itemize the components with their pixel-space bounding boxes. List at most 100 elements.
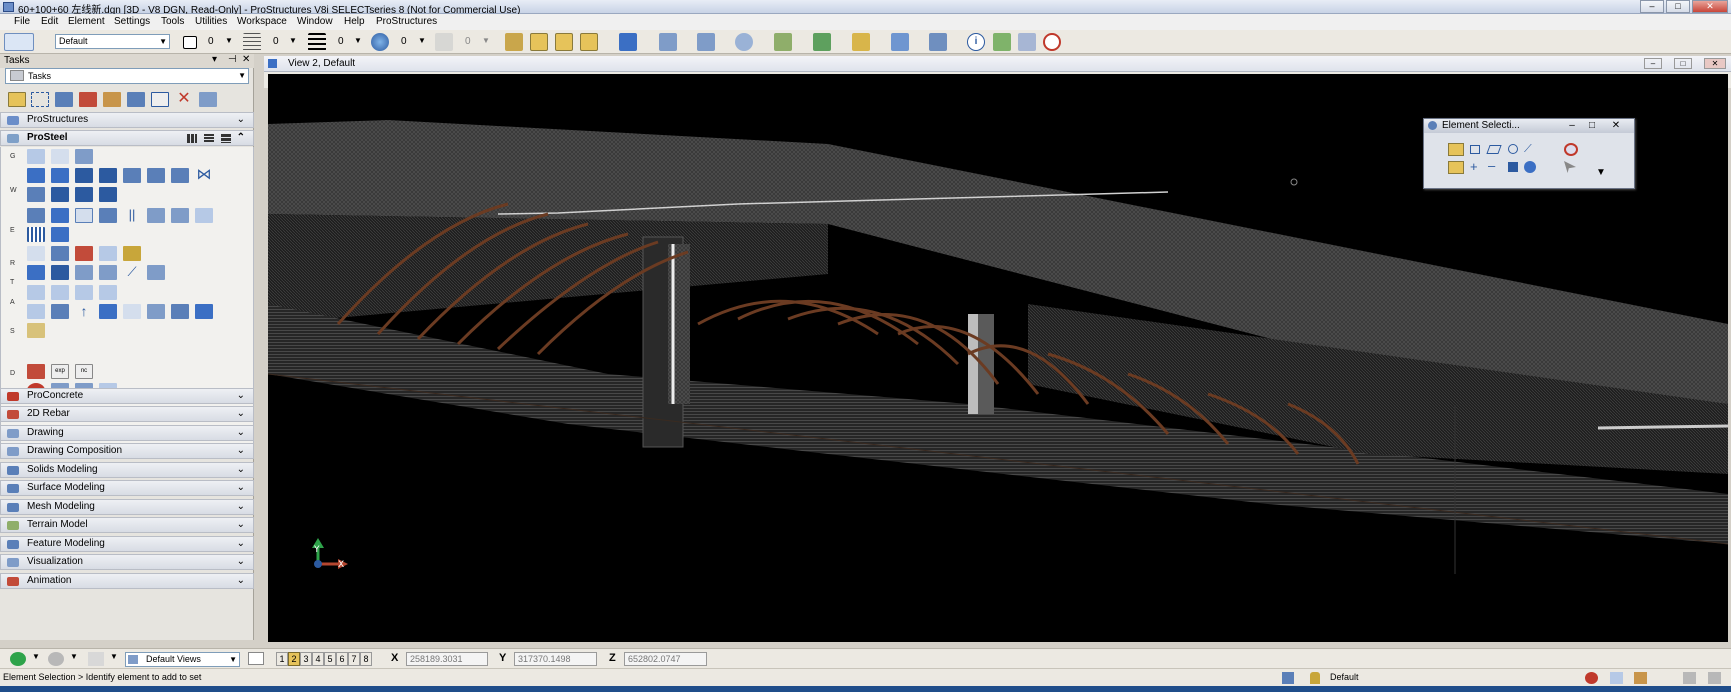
clear-selection-icon[interactable] [1564, 143, 1578, 156]
shape-selection-icon[interactable] [1486, 145, 1502, 154]
export-icon[interactable]: exp [51, 364, 69, 379]
section-icon[interactable] [123, 246, 141, 261]
line-selection-icon[interactable]: ⟋ [1524, 143, 1532, 156]
place-icon[interactable] [79, 92, 97, 107]
surface-icon[interactable] [99, 246, 117, 261]
split-icon[interactable] [51, 304, 69, 319]
close-icon[interactable]: ✕ [242, 54, 250, 65]
view-button-1[interactable]: 1 [276, 652, 288, 666]
group-tool-icon[interactable] [580, 33, 598, 51]
view-button-5[interactable]: 5 [324, 652, 336, 666]
bracing-icon[interactable] [75, 208, 93, 223]
axis-icon[interactable] [75, 149, 93, 164]
selection-tool-icon[interactable] [505, 33, 523, 51]
ibeam-outline-icon[interactable] [123, 304, 141, 319]
view-maximize-button[interactable]: □ [1674, 58, 1692, 69]
chevron-down-icon[interactable]: ▼ [70, 652, 78, 661]
stair-icon[interactable] [75, 187, 93, 202]
weld-icon[interactable] [51, 246, 69, 261]
check-icon[interactable] [75, 246, 93, 261]
shape-icon[interactable] [27, 168, 45, 183]
element-selection-icon[interactable] [8, 92, 26, 107]
dialog-close-button[interactable]: ✕ [1608, 119, 1624, 133]
chevron-down-icon[interactable]: ▼ [289, 36, 297, 45]
print-icon[interactable] [1683, 672, 1696, 684]
minimize-button[interactable]: – [1640, 0, 1664, 13]
section-solids-modeling[interactable]: Solids Modeling ⌄ [0, 462, 254, 478]
color-swatch-icon[interactable] [183, 36, 197, 49]
delete-icon[interactable]: ✕ [175, 91, 193, 107]
arrow-up-icon[interactable]: ↑ [75, 304, 93, 319]
clash-icon[interactable] [27, 364, 45, 379]
tasks-dropdown[interactable]: Tasks ▼ [5, 68, 249, 84]
rotate-icon[interactable] [75, 285, 93, 300]
move-icon[interactable] [51, 285, 69, 300]
fence-tool-icon[interactable] [530, 33, 548, 51]
bolt-icon[interactable] [147, 265, 165, 280]
modify-icon[interactable] [55, 92, 73, 107]
coordinate-system-icon[interactable] [27, 149, 45, 164]
chevron-down-icon[interactable]: ▼ [32, 652, 40, 661]
add-mode-icon[interactable]: + [1470, 160, 1478, 173]
table-icon[interactable] [27, 265, 45, 280]
anchor-icon[interactable] [51, 227, 69, 242]
copy-icon[interactable] [27, 285, 45, 300]
brace-icon[interactable] [171, 168, 189, 183]
list-view-icon[interactable] [204, 134, 214, 143]
view-tool-icon[interactable] [619, 33, 637, 51]
layer-tool-icon[interactable] [813, 33, 831, 51]
detail-icon[interactable] [171, 304, 189, 319]
subtract-mode-icon[interactable]: – [1488, 159, 1495, 172]
menu-utilities[interactable]: Utilities [195, 16, 227, 27]
maximize-button[interactable]: □ [1666, 0, 1690, 13]
view-button-7[interactable]: 7 [348, 652, 360, 666]
section-drawing-composition[interactable]: Drawing Composition ⌄ [0, 443, 254, 459]
section-terrain-model[interactable]: Terrain Model ⌄ [0, 517, 254, 533]
priority-icon[interactable] [435, 33, 453, 51]
truss-icon[interactable] [147, 208, 165, 223]
refresh-tool-icon[interactable] [993, 33, 1011, 51]
menu-tools[interactable]: Tools [161, 16, 184, 27]
y-coordinate-field[interactable]: 317370.1498 [514, 652, 597, 666]
element-selection-titlebar[interactable]: Element Selecti... – □ ✕ [1424, 119, 1634, 133]
dimension-icon[interactable] [27, 323, 45, 338]
design-history-icon[interactable] [1610, 672, 1623, 684]
parallel-icon[interactable]: || [123, 208, 141, 223]
cross-brace-icon[interactable]: ⋈ [195, 167, 213, 183]
bent-plate-icon[interactable] [99, 187, 117, 202]
section-prostructures[interactable]: ProStructures ⌄ [0, 112, 254, 128]
pin-icon[interactable]: ⊣ [228, 54, 237, 65]
icon-view-icon[interactable] [187, 134, 197, 143]
railing-icon[interactable] [99, 208, 117, 223]
pointer-icon[interactable] [1564, 161, 1576, 173]
measure-icon[interactable] [199, 92, 217, 107]
chevron-down-icon[interactable]: ▼ [225, 36, 233, 45]
view-button-4[interactable]: 4 [312, 652, 324, 666]
section-drawing[interactable]: Drawing ⌄ [0, 425, 254, 441]
ibeam-icon[interactable] [51, 187, 69, 202]
sync-icon[interactable] [1708, 672, 1721, 684]
no-entry-icon[interactable] [1043, 33, 1061, 51]
plane-icon[interactable] [51, 149, 69, 164]
drawing-icon[interactable] [147, 304, 165, 319]
section-visualization[interactable]: Visualization ⌄ [0, 554, 254, 570]
portal-icon[interactable] [171, 208, 189, 223]
group-icon[interactable] [103, 92, 121, 107]
section-mesh-modeling[interactable]: Mesh Modeling ⌄ [0, 499, 254, 515]
view-button-8[interactable]: 8 [360, 652, 372, 666]
menu-edit[interactable]: Edit [41, 16, 58, 27]
menu-settings[interactable]: Settings [114, 16, 150, 27]
chevron-down-icon[interactable]: ▼ [354, 36, 362, 45]
x-coordinate-field[interactable]: 258189.3031 [406, 652, 488, 666]
home-icon[interactable] [1634, 672, 1647, 684]
menu-file[interactable]: File [14, 16, 30, 27]
fence-icon[interactable] [31, 92, 49, 107]
extend-icon[interactable] [27, 304, 45, 319]
paste-tool-icon[interactable] [697, 33, 715, 51]
chevron-down-icon[interactable]: ▼ [418, 36, 426, 45]
dialog-maximize-button[interactable]: □ [1584, 119, 1600, 133]
individual-selection-icon[interactable] [1448, 143, 1464, 156]
grid-tool-icon[interactable] [1018, 33, 1036, 51]
report-icon[interactable] [51, 265, 69, 280]
level-select[interactable]: Default ▼ [55, 34, 170, 49]
